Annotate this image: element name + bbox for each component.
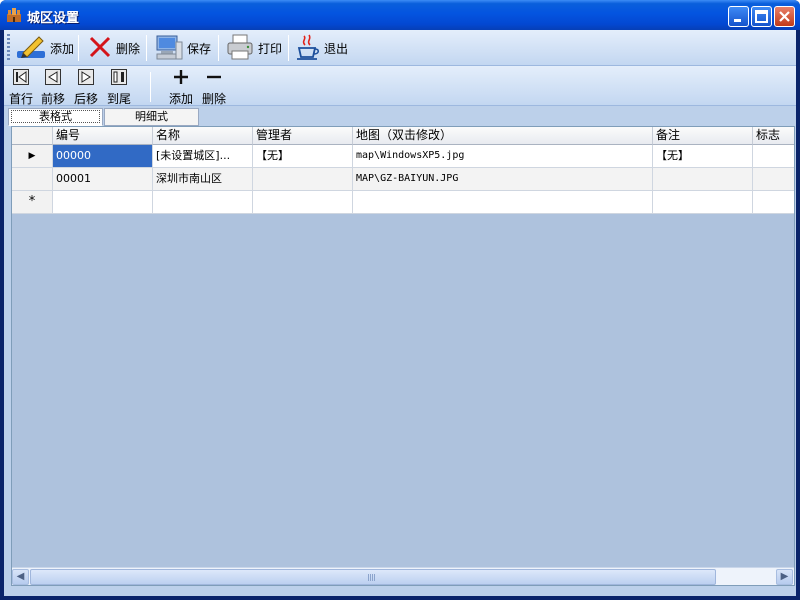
title-bar[interactable]: 城区设置 — [0, 0, 800, 30]
first-row-label: 首行 — [9, 92, 34, 106]
cell-flag[interactable] — [753, 168, 794, 191]
print-button[interactable]: 打印 — [222, 33, 285, 63]
scroll-right-icon[interactable]: ▶ — [776, 569, 793, 585]
java-cup-icon — [295, 33, 321, 64]
cell-flag[interactable] — [753, 191, 794, 214]
maximize-button[interactable] — [751, 6, 772, 27]
column-header-note[interactable]: 备注 — [653, 127, 753, 145]
toolbar-grip[interactable] — [7, 34, 10, 62]
cell-code[interactable]: 00001 — [53, 168, 153, 191]
save-button[interactable]: 保存 — [151, 33, 214, 63]
first-row-button[interactable]: 首行 — [9, 69, 33, 107]
toolbar-separator — [288, 35, 289, 61]
focus-rect — [11, 110, 100, 123]
main-toolbar: 添加 删除 保存 打印 退出 — [4, 30, 796, 66]
first-record-icon — [13, 69, 29, 88]
computer-icon — [154, 33, 184, 64]
nav-delete-label: 删除 — [202, 92, 227, 106]
client-area: 添加 删除 保存 打印 退出 首行 前移 后移 到尾 添加 删除 表格式 明细式… — [4, 30, 796, 596]
next-row-button[interactable]: 后移 — [74, 69, 98, 107]
prev-row-button[interactable]: 前移 — [41, 69, 65, 107]
tab-detail-view-label: 明细式 — [135, 110, 168, 123]
row-marker[interactable] — [12, 168, 53, 191]
delete-button[interactable]: 删除 — [84, 33, 143, 63]
cell-flag[interactable] — [753, 145, 794, 168]
grid-body: 编号 名称 管理者 地图（双击修改） 备注 标志 ▶ 00000 [未设置城区]… — [12, 127, 794, 567]
last-row-label: 到尾 — [107, 92, 132, 106]
row-marker[interactable]: ▶ — [12, 145, 53, 168]
exit-label: 退出 — [324, 41, 349, 56]
cell-map[interactable]: MAP\GZ-BAIYUN.JPG — [353, 168, 653, 191]
cell-note[interactable] — [653, 191, 753, 214]
add-button[interactable]: 添加 — [12, 33, 77, 63]
nav-delete-button[interactable]: 删除 — [202, 69, 226, 107]
minimize-button[interactable] — [728, 6, 749, 27]
cell-note[interactable]: 【无】 — [653, 145, 753, 168]
nav-add-button[interactable]: 添加 — [169, 69, 193, 107]
previous-record-icon — [45, 69, 61, 88]
toolbar-separator — [78, 35, 79, 61]
prev-row-label: 前移 — [41, 92, 66, 106]
cell-map[interactable]: map\WindowsXP5.jpg — [353, 145, 653, 168]
cell-manager[interactable] — [253, 168, 353, 191]
print-label: 打印 — [258, 41, 283, 56]
column-header-name[interactable]: 名称 — [153, 127, 253, 145]
cell-map[interactable] — [353, 191, 653, 214]
minus-icon — [206, 69, 222, 88]
view-tabs: 表格式 明细式 — [6, 108, 796, 126]
toolbar-separator — [150, 72, 151, 102]
scroll-left-icon[interactable]: ◀ — [12, 569, 29, 585]
cell-name[interactable] — [153, 191, 253, 214]
horizontal-scrollbar[interactable]: ◀ ▶ — [12, 567, 794, 585]
toolbar-separator — [218, 35, 219, 61]
delete-label: 删除 — [116, 41, 141, 56]
scrollbar-thumb[interactable] — [30, 569, 716, 585]
corner-header[interactable] — [12, 127, 53, 145]
data-grid[interactable]: 编号 名称 管理者 地图（双击修改） 备注 标志 ▶ 00000 [未设置城区]… — [11, 126, 795, 586]
cell-code[interactable] — [53, 191, 153, 214]
tab-table-view[interactable]: 表格式 — [8, 108, 103, 126]
toolbar-separator — [146, 35, 147, 61]
delete-x-icon — [87, 34, 113, 63]
cell-manager[interactable]: 【无】 — [253, 145, 353, 168]
nav-add-label: 添加 — [169, 92, 194, 106]
column-header-flag[interactable]: 标志 — [753, 127, 794, 145]
navigation-toolbar: 首行 前移 后移 到尾 添加 删除 — [4, 66, 796, 106]
add-label: 添加 — [50, 41, 75, 56]
column-header-manager[interactable]: 管理者 — [253, 127, 353, 145]
last-record-icon — [111, 69, 127, 88]
row-marker[interactable]: * — [12, 191, 53, 214]
next-row-label: 后移 — [74, 92, 99, 106]
app-window: 城区设置 添加 删除 保存 打印 退出 首行 前移 后移 到尾 添加 删除 表格… — [0, 0, 800, 600]
window-title: 城区设置 — [27, 11, 80, 26]
last-row-button[interactable]: 到尾 — [107, 69, 131, 107]
cell-manager[interactable] — [253, 191, 353, 214]
column-header-code[interactable]: 编号 — [53, 127, 153, 145]
cell-note[interactable] — [653, 168, 753, 191]
plus-icon — [173, 69, 189, 88]
cell-code[interactable]: 00000 — [53, 145, 153, 168]
next-record-icon — [78, 69, 94, 88]
pen-icon — [15, 33, 47, 64]
cell-name[interactable]: [未设置城区]... — [153, 145, 253, 168]
tab-detail-view[interactable]: 明细式 — [104, 108, 199, 126]
close-button[interactable] — [774, 6, 795, 27]
printer-icon — [225, 33, 255, 64]
exit-button[interactable]: 退出 — [292, 33, 351, 63]
thumb-grip — [368, 574, 376, 581]
column-header-map[interactable]: 地图（双击修改） — [353, 127, 653, 145]
save-label: 保存 — [187, 41, 212, 56]
castle-icon — [6, 7, 22, 23]
cell-name[interactable]: 深圳市南山区 — [153, 168, 253, 191]
